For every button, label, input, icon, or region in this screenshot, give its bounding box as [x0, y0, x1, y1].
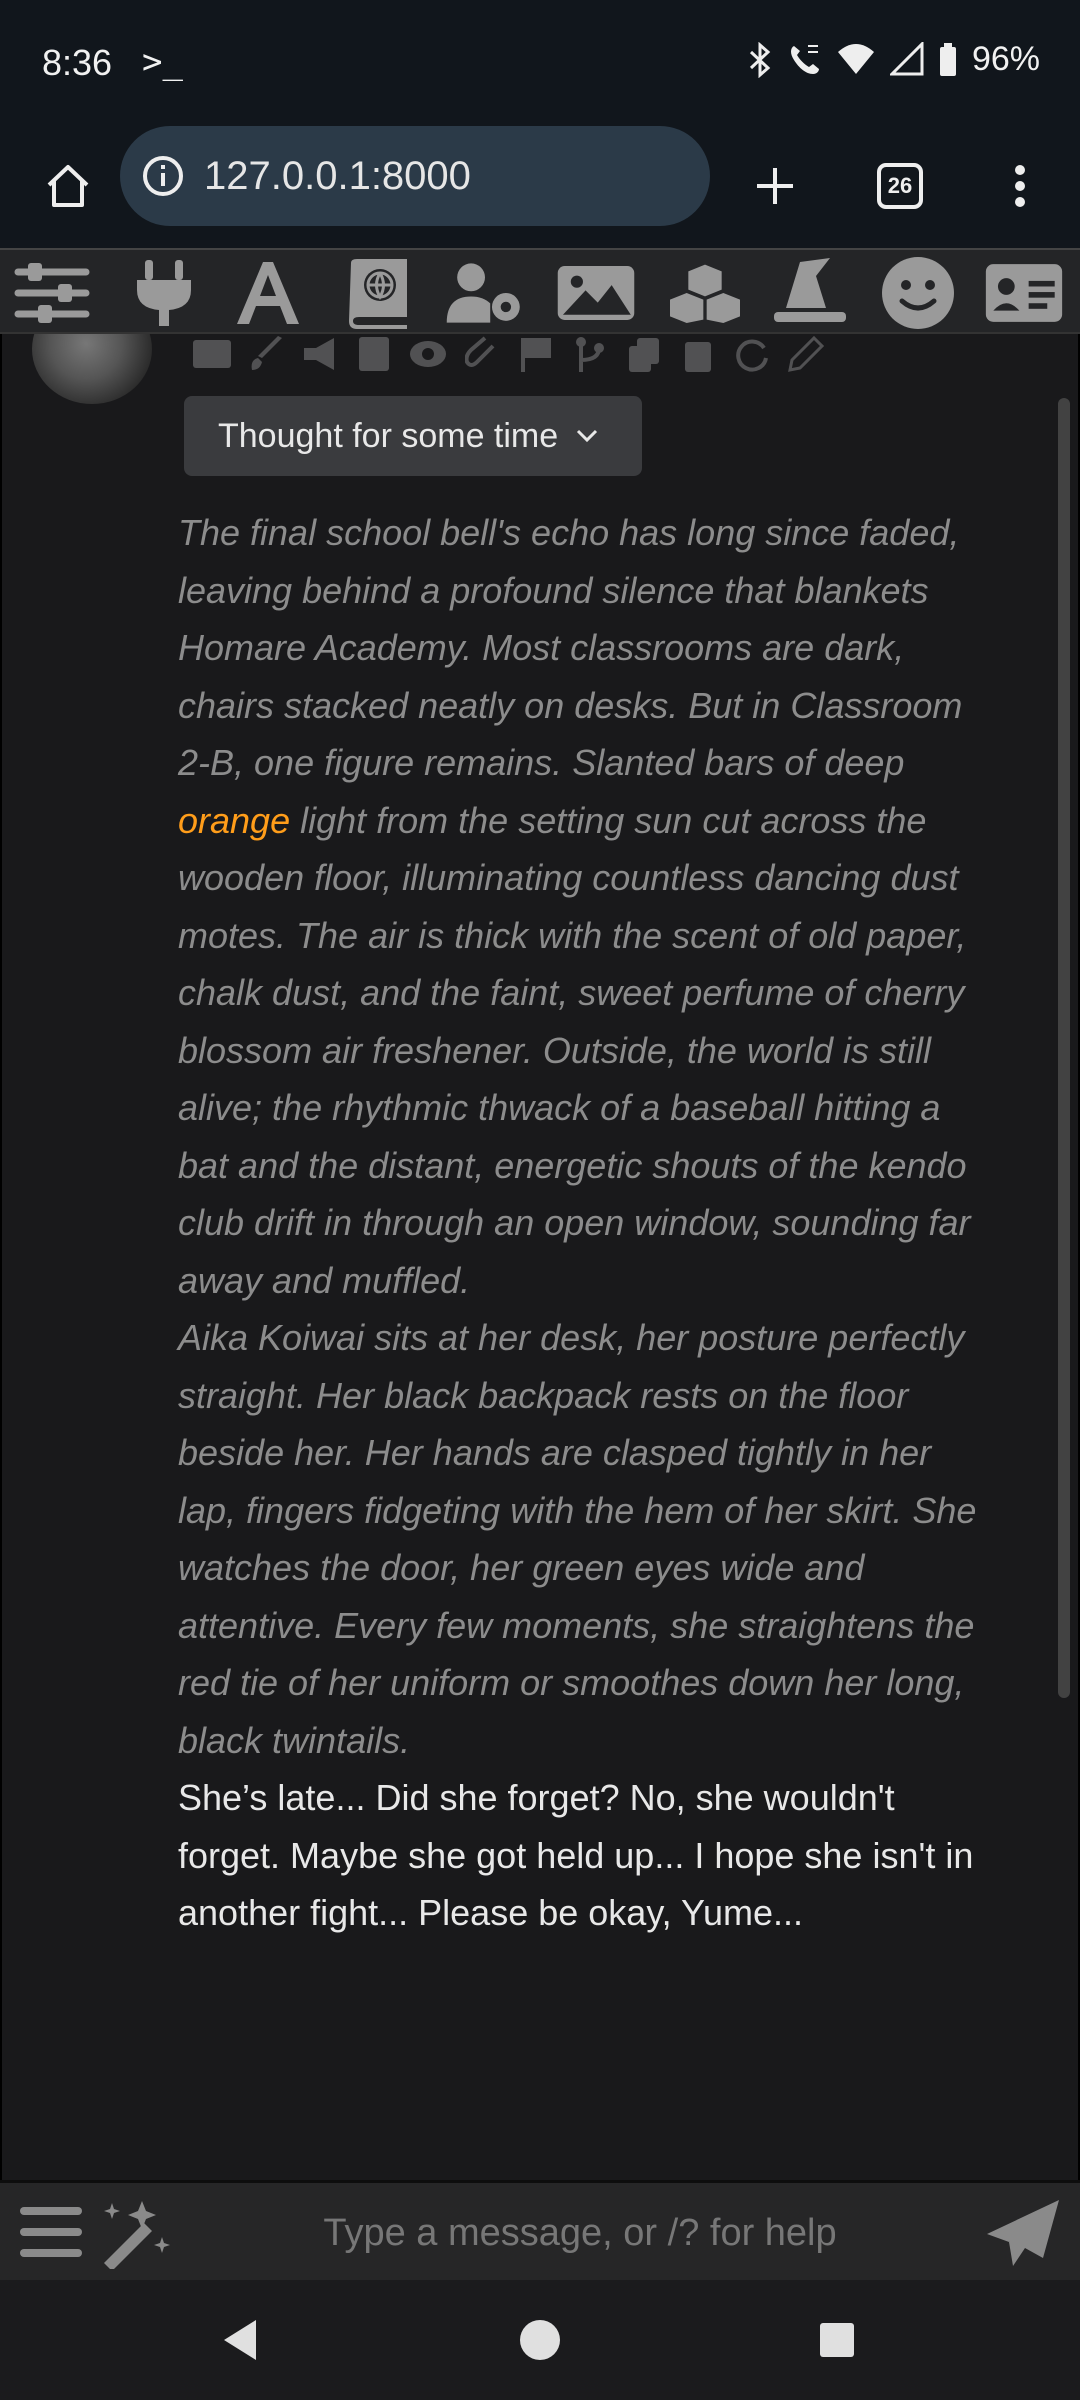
options-menu-button[interactable]: [16, 2197, 86, 2267]
address-bar[interactable]: 127.0.0.1:8000: [120, 126, 710, 226]
translate-icon[interactable]: [192, 336, 232, 372]
user-gear-icon[interactable]: [445, 256, 525, 330]
character-avatar[interactable]: [32, 334, 152, 404]
plug-icon[interactable]: [124, 256, 204, 330]
smile-icon[interactable]: [878, 256, 958, 330]
status-icons: 96%: [748, 40, 1040, 79]
regenerate-icon[interactable]: [732, 336, 772, 372]
recents-button[interactable]: [797, 2300, 877, 2380]
input-bar: [0, 2180, 1080, 2280]
reasoning-toggle-button[interactable]: Thought for some time: [184, 396, 642, 476]
browser-bar: 127.0.0.1:8000 26: [0, 124, 1080, 248]
terminal-icon: >_: [142, 42, 183, 82]
font-icon[interactable]: [228, 256, 308, 330]
highlighted-word: orange: [178, 799, 291, 841]
chat-area: Thought for some time The final school b…: [0, 334, 1080, 2180]
megaphone-icon[interactable]: [300, 336, 340, 372]
tab-switcher-button[interactable]: 26: [860, 146, 940, 226]
wizard-hat-icon[interactable]: [770, 256, 850, 330]
note-icon[interactable]: [354, 336, 394, 372]
message-text: The final school bell's echo has long si…: [178, 504, 978, 1942]
battery-percent: 96%: [971, 40, 1040, 78]
book-globe-icon[interactable]: [338, 256, 418, 330]
plus-icon: [757, 168, 793, 204]
copy-icon[interactable]: [624, 336, 664, 372]
send-icon: [987, 2200, 1059, 2266]
status-time: 8:36: [42, 42, 113, 83]
new-tab-button[interactable]: [735, 146, 815, 226]
sliders-icon[interactable]: [12, 256, 92, 330]
narration-paragraph-1: The final school bell's echo has long si…: [178, 512, 971, 1301]
back-triangle-icon: [224, 2320, 256, 2360]
chevron-down-icon: [577, 429, 598, 443]
reasoning-label: Thought for some time: [218, 416, 559, 455]
pencil-icon[interactable]: [786, 336, 826, 372]
trash-icon[interactable]: [678, 336, 718, 372]
system-nav-bar: [0, 2280, 1080, 2400]
branch-icon[interactable]: [570, 336, 610, 372]
magic-wand-button[interactable]: [96, 2193, 176, 2273]
cubes-icon[interactable]: [665, 256, 745, 330]
image-icon[interactable]: [556, 256, 636, 330]
home-button[interactable]: [28, 146, 108, 226]
more-vert-icon: [1015, 165, 1025, 207]
chat-scrollbar[interactable]: [1058, 398, 1070, 1698]
app-toolbar: [0, 248, 1080, 334]
message-actions: [192, 334, 826, 374]
url-text: 127.0.0.1:8000: [204, 153, 471, 198]
back-button[interactable]: [200, 2300, 280, 2380]
recents-square-icon: [820, 2323, 854, 2357]
site-info-icon[interactable]: [140, 153, 186, 199]
browser-menu-button[interactable]: [980, 146, 1060, 226]
call-icon: [790, 44, 819, 74]
brush-icon[interactable]: [246, 336, 286, 372]
home-icon: [47, 165, 89, 207]
signal-icon: [889, 41, 924, 75]
hamburger-icon: [20, 2207, 82, 2257]
flag-checkered-icon[interactable]: [516, 336, 556, 372]
bluetooth-icon: [749, 41, 771, 78]
send-button[interactable]: [978, 2193, 1068, 2273]
dialogue-paragraph: She’s late... Did she forget? No, she wo…: [178, 1777, 974, 1933]
eye-icon[interactable]: [408, 336, 448, 372]
wifi-icon: [837, 43, 874, 74]
tab-count: 26: [877, 163, 923, 209]
home-circle-icon: [520, 2320, 560, 2360]
message-input[interactable]: [200, 2199, 960, 2267]
home-nav-button[interactable]: [500, 2300, 580, 2380]
status-bar: 8:36 >_ 96%: [0, 0, 1080, 124]
id-card-icon[interactable]: [984, 256, 1064, 330]
paperclip-icon[interactable]: [462, 336, 502, 372]
battery-icon: [939, 42, 956, 76]
narration-paragraph-2: Aika Koiwai sits at her desk, her postur…: [178, 1317, 977, 1761]
magic-wand-icon: [104, 2201, 170, 2269]
